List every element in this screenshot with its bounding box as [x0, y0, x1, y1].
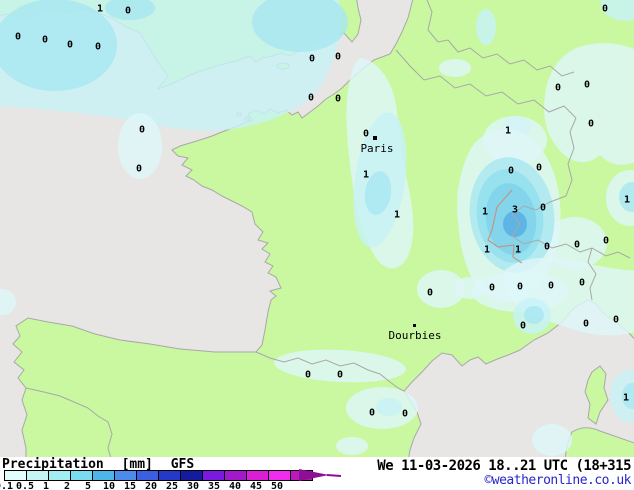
legend-arrow-icon	[299, 469, 341, 481]
precip-value-label: 0	[520, 321, 526, 332]
legend-tick: 15	[123, 481, 137, 490]
legend-color-box	[246, 470, 269, 481]
city-marker	[373, 136, 377, 140]
legend-color-box	[26, 470, 49, 481]
precip-value-label: 0	[335, 52, 341, 63]
precip-value-label: 0	[583, 319, 589, 330]
precip-value-label: 0	[584, 80, 590, 91]
legend-tick: 20	[144, 481, 158, 490]
precip-value-label: 0	[602, 4, 608, 15]
precip-value-label: 3	[512, 205, 518, 216]
precip-value-label: 0	[305, 370, 311, 381]
legend-color-box	[180, 470, 203, 481]
precip-value-label: 0	[308, 93, 314, 104]
map-svg: 1 0 0 0 0 0 0 0 0 0 0 0 0 0 1 1 0 0 0 1 0 0 1 3 0 1 1 0 0 1 0 0 0 0 0 0 0 0 0 1…	[0, 0, 634, 457]
precip-value-label: 1	[515, 245, 521, 256]
city-marker	[413, 324, 416, 327]
legend-color-bar	[4, 470, 313, 481]
legend-tick: 50	[270, 481, 284, 490]
precip-value-label: 0	[42, 35, 48, 46]
precip-value-label: 1	[97, 4, 103, 15]
precip-value-label: 0	[67, 40, 73, 51]
precip-value-label: 0	[603, 236, 609, 247]
legend-tick: 25	[165, 481, 179, 490]
precip-value-label: 0	[588, 119, 594, 130]
precip-value-label: 0	[125, 6, 131, 17]
copyright-link[interactable]: ©weatheronline.co.uk	[484, 473, 631, 488]
legend-tick: 5	[84, 481, 92, 490]
legend-color-box	[202, 470, 225, 481]
precip-value-label: 0	[508, 166, 514, 177]
precip-value-label: 0	[544, 242, 550, 253]
legend-tick: 1	[42, 481, 50, 490]
weather-map-screen: 1000000000000011000100130110010000000001…	[0, 0, 634, 490]
legend-color-box	[114, 470, 137, 481]
precip-value-label: 1	[394, 210, 400, 221]
legend-footer: Precipitation [mm] GFS 0.10.512510152025…	[0, 457, 634, 490]
precip-value-label: 0	[548, 281, 554, 292]
city-label: Dourbies	[389, 329, 442, 342]
legend-color-box	[158, 470, 181, 481]
legend-tick: 30	[186, 481, 200, 490]
precip-value-label: 0	[427, 288, 433, 299]
legend-color-box	[92, 470, 115, 481]
precip-value-label: 0	[369, 408, 375, 419]
map-area: 1 0 0 0 0 0 0 0 0 0 0 0 0 0 1 1 0 0 0 1 0 0 1 3 0 1 1 0 0 1 0 0 0 0 0 0 0 0 0 1…	[0, 0, 634, 457]
precip-value-label: 0	[579, 278, 585, 289]
legend-tick: 35	[207, 481, 221, 490]
legend-tick: 40	[228, 481, 242, 490]
precip-value-label: 0	[555, 83, 561, 94]
precip-value-label: 0	[309, 54, 315, 65]
precip-value-label: 0	[337, 370, 343, 381]
precip-value-label: 0	[489, 283, 495, 294]
precip-value-label: 1	[363, 170, 369, 181]
precip-value-label: 0	[15, 32, 21, 43]
precip-value-label: 0	[613, 315, 619, 326]
precip-value-label: 0	[136, 164, 142, 175]
precip-value-label: 0	[363, 129, 369, 140]
precip-value-label: 1	[484, 245, 490, 256]
precip-value-label: 0	[517, 282, 523, 293]
precip-value-label: 0	[95, 42, 101, 53]
city-label: Paris	[360, 142, 393, 155]
precip-value-label: 1	[624, 195, 630, 206]
legend-tick: 45	[249, 481, 263, 490]
precip-value-label: 0	[536, 163, 542, 174]
precip-value-label: 0	[335, 94, 341, 105]
legend-color-box	[136, 470, 159, 481]
legend-tick: 10	[102, 481, 116, 490]
legend-color-box	[70, 470, 93, 481]
legend-tick: 2	[63, 481, 71, 490]
legend-color-box	[4, 470, 27, 481]
precip-value-label: 0	[574, 240, 580, 251]
legend-tick: 0.1	[0, 481, 14, 490]
legend-tick-labels: 0.10.5125101520253035404550	[0, 481, 360, 490]
precip-value-label: 1	[623, 393, 629, 404]
forecast-datetime: We 11-03-2026 18..21 UTC (18+315	[377, 458, 631, 474]
legend-color-box	[48, 470, 71, 481]
precip-value-label: 1	[482, 207, 488, 218]
precip-value-label: 0	[402, 409, 408, 420]
precip-value-label: 0	[540, 203, 546, 214]
legend-color-box	[268, 470, 291, 481]
precip-value-label: 0	[139, 125, 145, 136]
legend-tick: 0.5	[15, 481, 35, 490]
precip-value-label: 1	[505, 126, 511, 137]
legend-color-box	[224, 470, 247, 481]
